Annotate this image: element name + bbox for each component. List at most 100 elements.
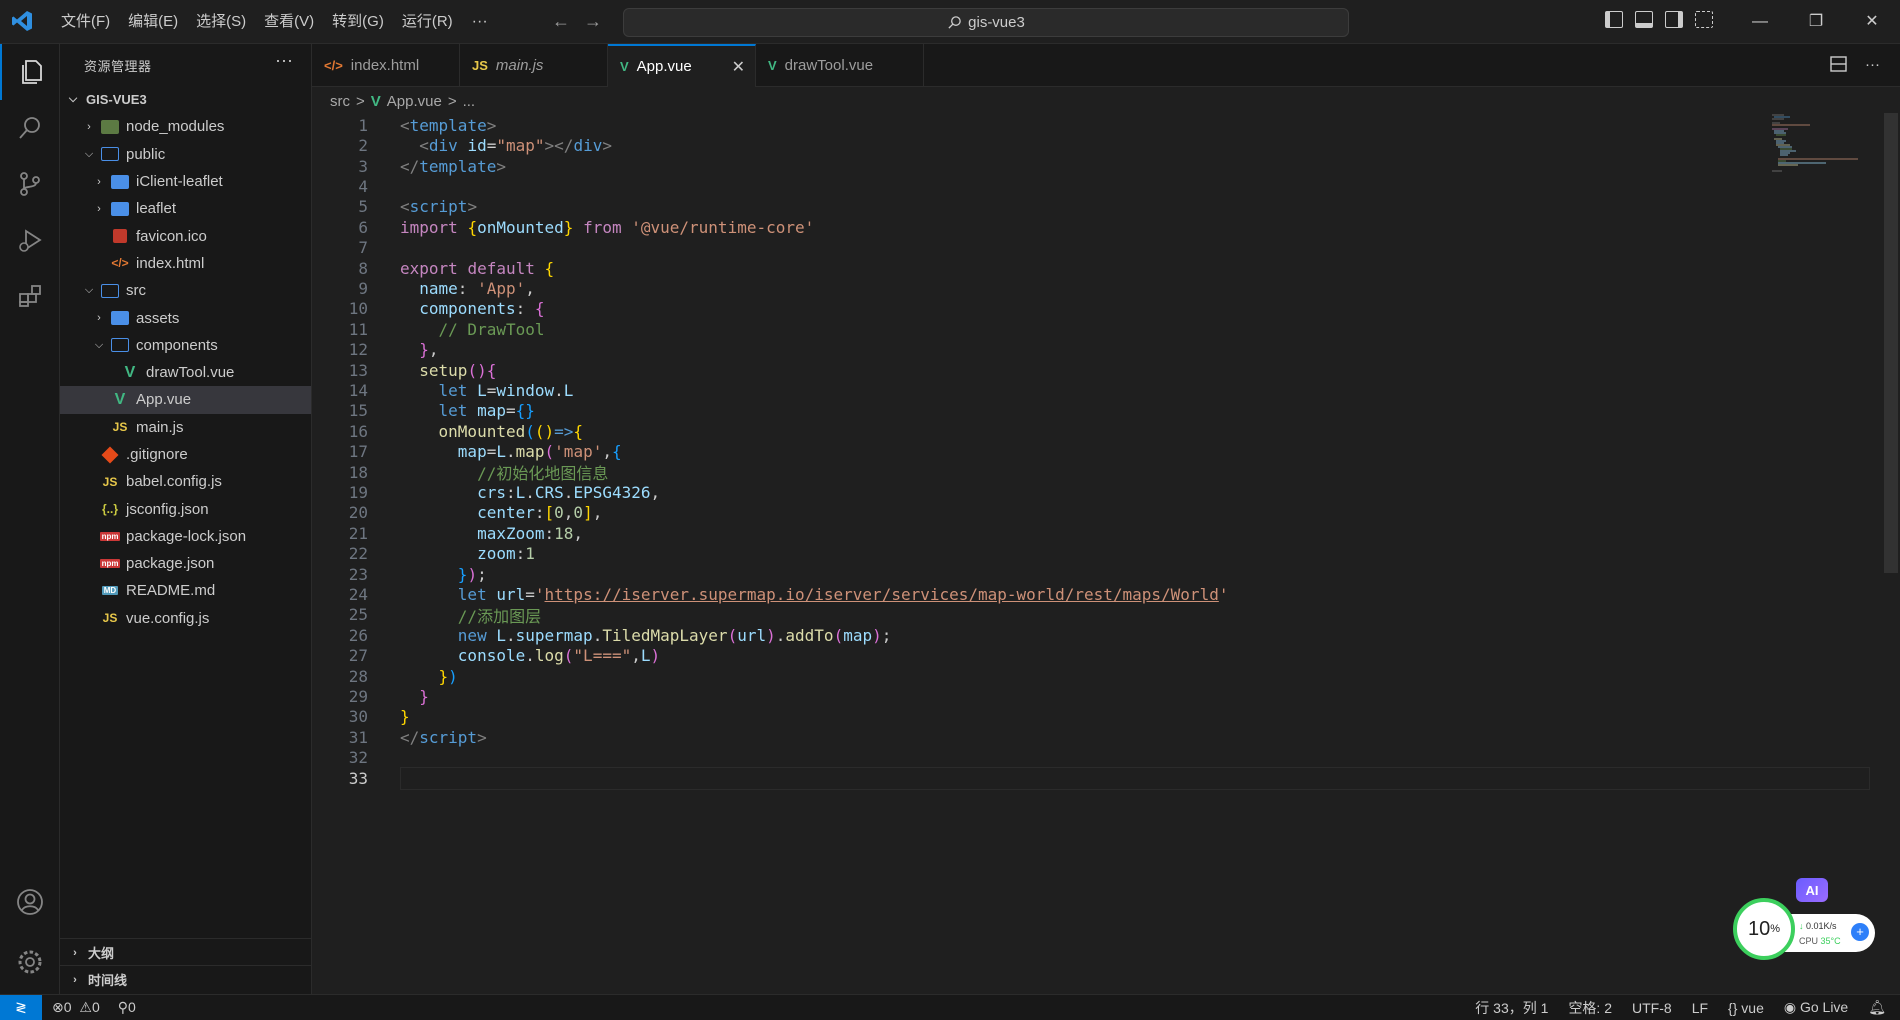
network-speed: ↓ 0.01K/s: [1799, 921, 1837, 931]
tree-item[interactable]: JS main.js: [60, 414, 311, 441]
tree-item[interactable]: JS babel.config.js: [60, 468, 311, 495]
minimap[interactable]: [1770, 113, 1860, 173]
chevron-down-icon: ⌵: [94, 338, 104, 351]
forward-arrow-icon[interactable]: →: [584, 11, 602, 31]
close-window-button[interactable]: ✕: [1844, 0, 1900, 43]
breadcrumb-src[interactable]: src: [330, 93, 350, 110]
line-number: 17: [348, 442, 368, 462]
back-arrow-icon[interactable]: ←: [552, 11, 570, 31]
outline-section[interactable]: › 大纲: [60, 938, 311, 966]
close-tab-icon[interactable]: ✕: [732, 57, 745, 77]
customize-layout-icon[interactable]: [1695, 11, 1713, 28]
plus-icon[interactable]: +: [1851, 923, 1869, 941]
source-control-activity[interactable]: [0, 156, 59, 212]
editor-tabs: </> index.html JS main.js V App.vue ✕ V …: [312, 44, 1900, 87]
command-center-text: gis-vue3: [968, 14, 1025, 31]
extensions-activity[interactable]: [0, 268, 59, 324]
run-debug-icon: [18, 229, 42, 252]
tree-item-selected[interactable]: V App.vue: [60, 386, 311, 414]
files-icon: [21, 60, 42, 84]
tree-item[interactable]: .gitignore: [60, 441, 311, 468]
toggle-secondary-sidebar-icon[interactable]: [1665, 11, 1683, 28]
title-bar: 文件(F) 编辑(E) 选择(S) 查看(V) 转到(G) 运行(R) ··· …: [0, 0, 1900, 44]
performance-widget[interactable]: ↓ 0.01K/s CPU 35°C + 10%: [1733, 898, 1878, 966]
menu-go[interactable]: 转到(G): [323, 0, 393, 43]
toggle-primary-sidebar-icon[interactable]: [1605, 11, 1623, 28]
tree-item[interactable]: ⌵ public: [60, 141, 311, 168]
cursor-position[interactable]: 行 33，列 1: [1475, 998, 1548, 1018]
folder-open-icon: [111, 338, 129, 353]
problems-indicator[interactable]: ⊗0 ⚠0: [52, 999, 100, 1016]
split-editor-icon[interactable]: [1830, 56, 1847, 72]
code-editor[interactable]: 1 <template> 2 <div id="map"></div> 3 </te…: [312, 113, 1900, 993]
line-number: 15: [348, 401, 368, 421]
tab-app-vue[interactable]: V App.vue ✕: [608, 44, 756, 87]
tree-item[interactable]: ⌵ src: [60, 277, 311, 304]
line-number: 26: [348, 625, 368, 645]
remote-indicator-icon[interactable]: ≷: [0, 995, 42, 1020]
editor-more-icon[interactable]: ···: [1865, 56, 1880, 73]
chevron-right-icon: ›: [87, 120, 91, 133]
editor-scrollbar[interactable]: [1884, 113, 1898, 573]
restore-button[interactable]: ❐: [1788, 0, 1844, 43]
tree-item[interactable]: npm package.json: [60, 550, 311, 577]
memory-usage-bubble[interactable]: 10%: [1733, 898, 1795, 960]
layout-controls: [1605, 11, 1713, 28]
minimize-button[interactable]: —: [1732, 0, 1788, 43]
menu-selection[interactable]: 选择(S): [187, 0, 255, 43]
tree-item[interactable]: › leaflet: [60, 195, 311, 222]
breadcrumb-separator: >: [356, 92, 365, 110]
service-url-link[interactable]: https://iserver.supermap.io/iserver/serv…: [545, 585, 1219, 604]
vue-icon: V: [768, 57, 777, 73]
search-activity[interactable]: [0, 100, 59, 156]
menu-view[interactable]: 查看(V): [255, 0, 323, 43]
tab-main-js[interactable]: JS main.js: [460, 44, 608, 86]
tree-item[interactable]: {..} jsconfig.json: [60, 495, 311, 522]
indentation[interactable]: 空格: 2: [1568, 998, 1612, 1018]
tree-item[interactable]: favicon.ico: [60, 222, 311, 249]
menu-edit[interactable]: 编辑(E): [119, 0, 187, 43]
line-number: 6: [358, 217, 368, 237]
tab-index-html[interactable]: </> index.html: [312, 44, 460, 86]
encoding[interactable]: UTF-8: [1632, 1000, 1672, 1016]
breadcrumb-symbol[interactable]: ...: [463, 93, 476, 110]
run-debug-activity[interactable]: [0, 212, 59, 268]
tab-drawtool-vue[interactable]: V drawTool.vue: [756, 44, 924, 86]
accounts-activity[interactable]: [0, 874, 59, 930]
tree-item[interactable]: JS vue.config.js: [60, 605, 311, 632]
line-number: 23: [348, 564, 368, 584]
tree-item[interactable]: </> index.html: [60, 250, 311, 277]
ports-indicator[interactable]: ⚲0: [118, 999, 136, 1016]
tree-item[interactable]: npm package-lock.json: [60, 523, 311, 550]
tree-item[interactable]: MD README.md: [60, 577, 311, 604]
line-number: 30: [348, 707, 368, 727]
project-root[interactable]: ⌵ GIS-VUE3: [60, 86, 311, 113]
explorer-activity[interactable]: [0, 44, 59, 100]
window-controls: — ❐ ✕: [1732, 0, 1900, 43]
timeline-section[interactable]: › 时间线: [60, 965, 311, 993]
tree-item[interactable]: › assets: [60, 304, 311, 331]
vue-icon: V: [620, 59, 629, 74]
html-icon: </>: [111, 256, 129, 271]
command-center-search[interactable]: gis-vue3: [623, 8, 1349, 37]
tree-item[interactable]: ⌵ components: [60, 332, 311, 359]
line-number: 8: [358, 258, 368, 278]
breadcrumb-file[interactable]: App.vue: [387, 93, 442, 110]
explorer-more-icon[interactable]: ···: [275, 50, 293, 71]
line-number: 24: [348, 585, 368, 605]
tree-item[interactable]: V drawTool.vue: [60, 359, 311, 386]
notifications-bell-icon[interactable]: 🔔︎: [1868, 999, 1886, 1016]
tree-item[interactable]: › iClient-leaflet: [60, 168, 311, 195]
manage-activity[interactable]: [0, 934, 59, 990]
folder-open-icon: [101, 283, 119, 298]
menu-more-icon[interactable]: ···: [462, 13, 498, 31]
go-live-button[interactable]: ◉ Go Live: [1784, 999, 1848, 1016]
breadcrumb: src > V App.vue > ...: [330, 90, 475, 112]
end-of-line[interactable]: LF: [1692, 1000, 1708, 1016]
folder-icon: [111, 311, 129, 326]
tree-item[interactable]: › node_modules: [60, 113, 311, 140]
toggle-panel-icon[interactable]: [1635, 11, 1653, 28]
language-mode[interactable]: {} vue: [1728, 1000, 1764, 1016]
menu-file[interactable]: 文件(F): [52, 0, 119, 43]
menu-run[interactable]: 运行(R): [393, 0, 462, 43]
